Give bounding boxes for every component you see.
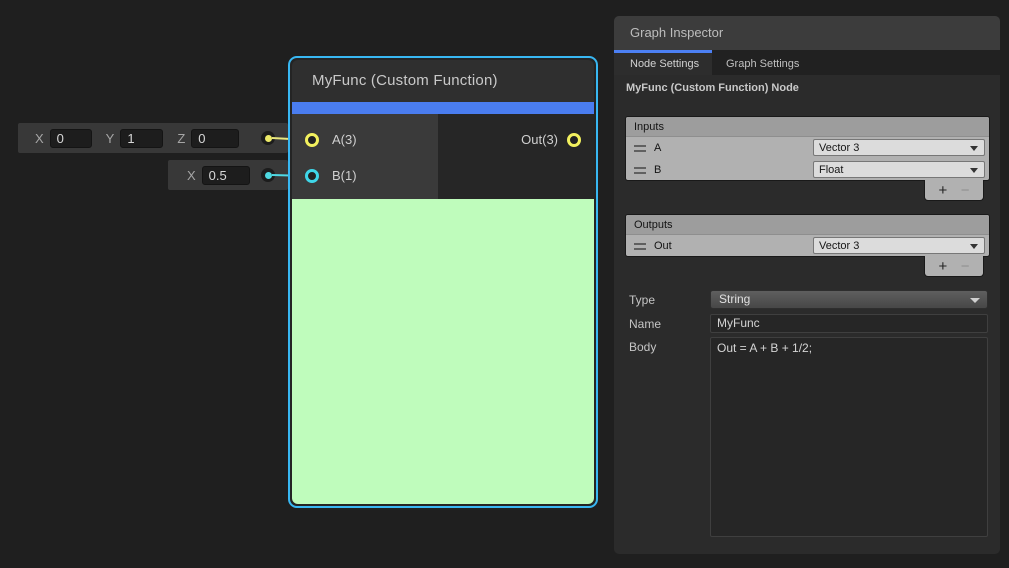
panel-title: Graph Inspector xyxy=(614,16,1000,50)
inputs-section: Inputs A Vector 3 B Float xyxy=(625,116,990,181)
node-accent-bar xyxy=(292,102,594,114)
remove-output-button[interactable]: − xyxy=(961,259,970,274)
name-field-label: Name xyxy=(629,317,661,331)
type-dropdown-value: String xyxy=(719,292,750,306)
dropdown-arrow-icon xyxy=(970,298,980,303)
outputs-section: Outputs Out Vector 3 xyxy=(625,214,990,257)
port-a-label: A(3) xyxy=(332,128,357,152)
input-b-name: B xyxy=(654,164,661,176)
name-input[interactable]: MyFunc xyxy=(710,314,988,333)
drag-handle-icon[interactable] xyxy=(634,167,646,174)
body-textarea[interactable]: Out = A + B + 1/2; xyxy=(710,337,988,537)
outputs-section-header: Outputs xyxy=(626,215,989,235)
tab-node-settings[interactable]: Node Settings xyxy=(614,50,712,75)
inputs-add-remove-strip: + − xyxy=(924,180,984,201)
add-input-button[interactable]: + xyxy=(938,183,947,198)
drag-handle-icon[interactable] xyxy=(634,145,646,152)
y-field-label: Y xyxy=(106,131,115,146)
inputs-section-header: Inputs xyxy=(626,117,989,137)
remove-input-button[interactable]: − xyxy=(961,183,970,198)
float-x-field-label: X xyxy=(187,168,196,183)
input-row-a: A Vector 3 xyxy=(626,137,989,159)
body-field-label: Body xyxy=(629,340,656,354)
input-b-type-dropdown[interactable]: Float xyxy=(813,161,985,178)
z-value-field[interactable]: 0 xyxy=(191,129,239,148)
vector3-inline-widget: X 0 Y 1 Z 0 xyxy=(18,123,288,153)
inspector-tab-bar: Node Settings Graph Settings xyxy=(614,50,1000,75)
node-preview xyxy=(292,199,594,504)
custom-function-node[interactable]: MyFunc (Custom Function) A(3) B(1) Out(3… xyxy=(288,56,598,508)
node-ports-section: A(3) B(1) Out(3) xyxy=(292,114,594,199)
port-out-label: Out(3) xyxy=(521,128,558,152)
output-out-type-value: Vector 3 xyxy=(819,240,859,252)
dropdown-arrow-icon xyxy=(970,168,978,173)
dropdown-arrow-icon xyxy=(970,146,978,151)
input-b-type-value: Float xyxy=(819,164,843,176)
type-field-label: Type xyxy=(629,293,655,307)
port-b-label: B(1) xyxy=(332,164,357,188)
input-a-type-value: Vector 3 xyxy=(819,142,859,154)
outputs-add-remove-strip: + − xyxy=(924,256,984,277)
port-b-icon[interactable] xyxy=(305,169,319,183)
z-field-label: Z xyxy=(177,131,185,146)
port-out-icon[interactable] xyxy=(567,133,581,147)
x-value-field[interactable]: 0 xyxy=(50,129,92,148)
output-out-type-dropdown[interactable]: Vector 3 xyxy=(813,237,985,254)
selected-node-label: MyFunc (Custom Function) Node xyxy=(626,82,799,94)
dropdown-arrow-icon xyxy=(970,244,978,249)
float-x-value-field[interactable]: 0.5 xyxy=(202,166,250,185)
node-input-column xyxy=(292,114,438,199)
input-a-type-dropdown[interactable]: Vector 3 xyxy=(813,139,985,156)
drag-handle-icon[interactable] xyxy=(634,243,646,250)
x-field-label: X xyxy=(35,131,44,146)
type-dropdown[interactable]: String xyxy=(710,290,988,309)
input-row-b: B Float xyxy=(626,159,989,181)
port-a-icon[interactable] xyxy=(305,133,319,147)
node-title: MyFunc (Custom Function) xyxy=(292,60,594,102)
y-value-field[interactable]: 1 xyxy=(120,129,163,148)
add-output-button[interactable]: + xyxy=(938,259,947,274)
tab-graph-settings[interactable]: Graph Settings xyxy=(712,50,813,75)
input-a-name: A xyxy=(654,142,661,154)
output-out-name: Out xyxy=(654,240,672,252)
graph-inspector-panel: Graph Inspector Node Settings Graph Sett… xyxy=(614,16,1000,554)
output-row-out: Out Vector 3 xyxy=(626,235,989,257)
